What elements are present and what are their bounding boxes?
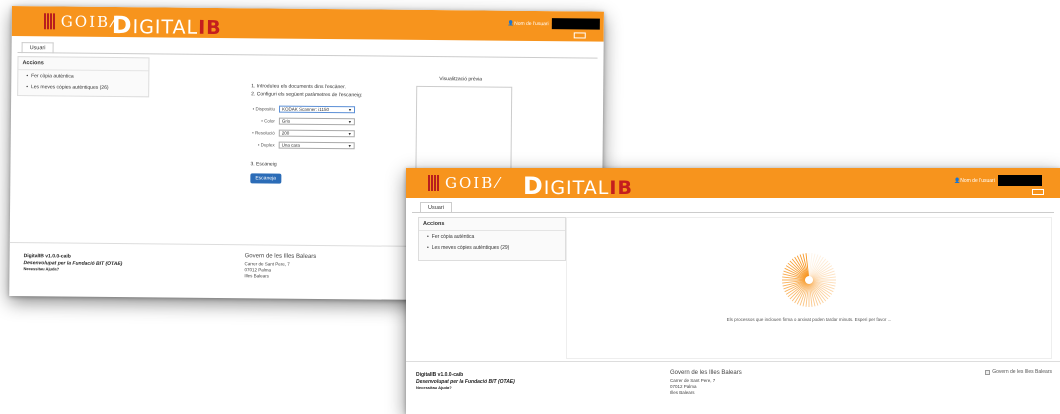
brand-ib: IB xyxy=(198,16,222,40)
goib-logo-text: GOIB xyxy=(60,12,111,31)
duplex-select[interactable]: Una cara ▼ xyxy=(278,141,355,150)
accions-title: Accions xyxy=(419,218,565,231)
user-label: Nom de l'usuari xyxy=(514,20,549,27)
address-line: Illes Balears xyxy=(244,273,269,279)
footer-credits: DigitalIB v1.0.0-caib Desenvolupat per l… xyxy=(416,372,515,392)
redacted-username xyxy=(551,18,600,30)
footer-credits: DigitalIB v1.0.0-caib Desenvolupat per l… xyxy=(23,253,122,273)
option-color: • Color Gris ▼ xyxy=(251,117,355,126)
loading-spinner-icon xyxy=(782,253,836,307)
goib-slash-icon: ⁄ xyxy=(496,174,501,192)
goib-emblem-icon xyxy=(428,175,440,191)
option-duplex: • Duplex Una cara ▼ xyxy=(251,141,355,150)
user-menu[interactable]: 👤 Nom de l'usuari xyxy=(954,175,1042,186)
option-label: • Dispositiu xyxy=(252,106,276,112)
preview-label: Visualització prèvia xyxy=(439,76,483,83)
dispositiu-select[interactable]: KODAK Scanner: i1150 ▼ xyxy=(278,105,356,114)
footer-address: Govern de les Illes Balears Carrer de Sa… xyxy=(244,253,316,280)
select-value: Gris xyxy=(281,118,291,124)
brand-ib: IB xyxy=(609,177,633,199)
chevron-down-icon: ▼ xyxy=(347,143,352,149)
goib-logo-text: GOIB xyxy=(445,174,495,192)
digitalib-logo: DIGITALIB xyxy=(523,172,633,200)
help-link[interactable]: Necessitau Ajuda? xyxy=(23,266,122,273)
header-bar: GOIB ⁄ DIGITALIB 👤 Nom de l'usuari xyxy=(11,6,604,42)
option-label: • Color xyxy=(261,118,275,124)
scan-step-3: 3. Escaneig xyxy=(250,161,277,168)
tab-divider xyxy=(412,212,1054,213)
brand-text: IGITAL xyxy=(132,16,199,39)
header-bar: GOIB ⁄ DIGITALIB 👤 Nom de l'usuari xyxy=(406,168,1060,200)
footer-address: Govern de les Illes Balears Carrer de Sa… xyxy=(670,370,742,396)
select-value: 200 xyxy=(281,130,290,136)
menu-meves-copies[interactable]: Les meves còpies autèntiques (26) xyxy=(18,81,148,93)
processing-area: Els processos que inclouen firma o arxiv… xyxy=(566,217,1052,359)
scan-step-1: 1. Introduïeu els documents dins l'escàn… xyxy=(251,83,346,91)
brand-letter-d: D xyxy=(111,10,133,40)
brand-letter-d: D xyxy=(523,172,544,200)
digitalib-logo: DIGITALIB xyxy=(112,11,222,40)
window-toggle-icon[interactable] xyxy=(573,32,586,39)
menu-fer-copia[interactable]: Fer còpia autèntica xyxy=(419,231,565,242)
select-value: Una cara xyxy=(281,142,300,148)
govern-logo-image: Govern de les Illes Balears xyxy=(985,369,1052,375)
resolucio-select[interactable]: 200 ▼ xyxy=(278,129,355,138)
option-label: • Duplex xyxy=(257,142,275,148)
goib-logo: GOIB ⁄ xyxy=(428,174,501,192)
scan-step-2: 2. Configuri els següent paràmetres de l… xyxy=(251,91,363,99)
processing-screenshot: GOIB ⁄ DIGITALIB 👤 Nom de l'usuari Usuar… xyxy=(406,168,1060,414)
brand-text: IGITAL xyxy=(543,177,610,199)
color-select[interactable]: Gris ▼ xyxy=(278,117,355,126)
goib-emblem-icon xyxy=(43,13,56,30)
goib-logo: GOIB ⁄ xyxy=(43,12,117,31)
window-toggle-icon[interactable] xyxy=(1032,189,1044,195)
accions-panel: Accions Fer còpia autèntica Les meves cò… xyxy=(17,56,150,98)
broken-image-icon xyxy=(985,369,991,375)
footer: DigitalIB v1.0.0-caib Desenvolupat per l… xyxy=(406,361,1060,414)
help-link[interactable]: Necessitau Ajuda? xyxy=(416,385,515,392)
processing-message: Els processos que inclouen firma o arxiv… xyxy=(726,317,892,322)
footer-org: Govern de les Illes Balears xyxy=(670,370,742,376)
chevron-down-icon: ▼ xyxy=(347,131,352,137)
menu-meves-copies[interactable]: Les meves còpies autèntiques (29) xyxy=(419,242,565,253)
stage: GOIB ⁄ DIGITALIB 👤 Nom de l'usuari Usuar… xyxy=(0,0,1060,414)
redacted-username xyxy=(997,175,1042,186)
footer-org: Govern de les Illes Balears xyxy=(244,253,317,260)
escaneja-button[interactable]: Escaneja xyxy=(250,173,281,184)
option-dispositiu: • Dispositiu KODAK Scanner: i1150 ▼ xyxy=(251,105,356,114)
option-resolucio: • Resolució 200 ▼ xyxy=(251,129,355,138)
chevron-down-icon: ▼ xyxy=(348,107,353,113)
chevron-down-icon: ▼ xyxy=(347,119,352,125)
scan-form: 1. Introduïeu els documents dins l'escàn… xyxy=(250,83,363,184)
accions-panel: Accions Fer còpia autèntica Les meves cò… xyxy=(418,217,566,261)
accions-title: Accions xyxy=(18,57,149,72)
address-line: Illes Balears xyxy=(670,390,695,395)
user-label: Nom de l'usuari xyxy=(960,177,995,184)
user-menu[interactable]: 👤 Nom de l'usuari xyxy=(508,18,600,30)
option-label: • Resolució xyxy=(252,130,275,136)
govern-logo-alt: Govern de les Illes Balears xyxy=(992,369,1052,375)
select-value: KODAK Scanner: i1150 xyxy=(281,106,329,113)
